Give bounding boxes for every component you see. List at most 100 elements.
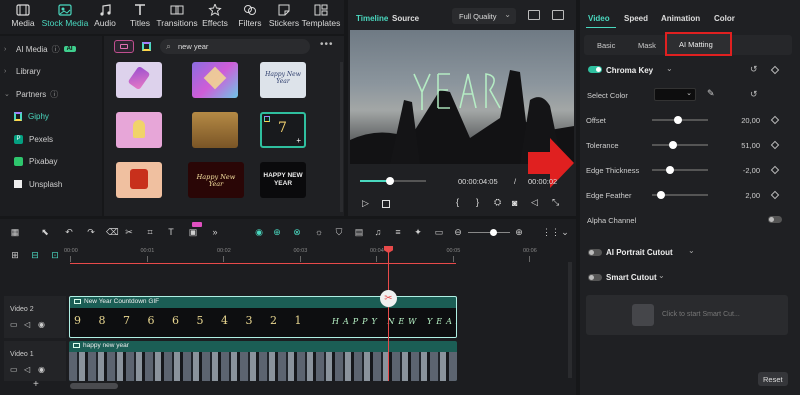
thumbnail-happy-new-year-3[interactable]: HAPPY NEW YEAR: [260, 162, 306, 198]
keyframe-diamond-icon[interactable]: [770, 115, 780, 125]
timeline-ruler[interactable]: 00:00 00:01 00:02 00:03 00:04 00:05 00:06: [64, 246, 568, 264]
link-icon[interactable]: ⊗: [292, 227, 302, 237]
thumbnail-red-badge[interactable]: [116, 162, 162, 198]
thumbnail-diamond-pattern[interactable]: [192, 62, 238, 98]
thumbnail-happy-new-year-1[interactable]: Happy New Year: [260, 62, 306, 98]
tab-speed[interactable]: Speed: [624, 14, 648, 23]
add-track-button[interactable]: +: [33, 379, 39, 390]
eyedropper-icon[interactable]: ✎: [707, 88, 715, 99]
link-track-icon[interactable]: ⊟: [30, 250, 40, 260]
volume-icon[interactable]: ◁: [531, 197, 538, 208]
tolerance-slider[interactable]: [652, 141, 708, 149]
play-icon[interactable]: ▷: [362, 198, 369, 209]
add-to-timeline-icon[interactable]: +: [296, 136, 301, 145]
smart-cutout-toggle[interactable]: [588, 274, 602, 281]
keyframe-diamond-icon[interactable]: [770, 65, 780, 75]
scissors-icon[interactable]: ✂: [380, 290, 397, 307]
render-icon[interactable]: ⛭: [494, 197, 501, 208]
split-icon[interactable]: ⌫: [106, 227, 119, 237]
chevron-down-icon[interactable]: ⌄: [688, 246, 695, 255]
volume-icon[interactable]: ◁: [24, 365, 30, 374]
folder-icon[interactable]: ▭: [10, 365, 18, 374]
color-swatch-select[interactable]: ⌄: [654, 88, 696, 101]
volume-icon[interactable]: ◁: [24, 320, 30, 329]
layout-grid-icon[interactable]: ⋮⋮: [542, 227, 560, 237]
sidebar-item-unsplash[interactable]: Unsplash: [14, 175, 110, 193]
keyframe-diamond-icon[interactable]: [770, 190, 780, 200]
tab-source[interactable]: Source: [392, 14, 419, 23]
mark-in-icon[interactable]: {: [456, 197, 459, 207]
microphone-icon[interactable]: ♫: [373, 227, 383, 237]
folder-icon[interactable]: ▭: [10, 320, 18, 329]
playhead[interactable]: ✂: [380, 246, 397, 381]
edge-feather-slider[interactable]: [652, 191, 708, 199]
chevron-down-icon[interactable]: ⌄: [658, 271, 665, 280]
mixer-icon[interactable]: ≡: [393, 227, 403, 237]
camera-icon[interactable]: ◙: [512, 198, 517, 208]
toolbar-templates[interactable]: Templates: [298, 2, 344, 32]
marker-icon[interactable]: ☼: [314, 227, 324, 237]
ai-portrait-toggle[interactable]: [588, 249, 602, 256]
sidebar-item-pexels[interactable]: P Pexels: [14, 130, 110, 148]
eye-icon[interactable]: ◉: [38, 365, 45, 374]
redo-icon[interactable]: ↷: [86, 227, 96, 237]
timeline-horizontal-scrollbar[interactable]: [70, 383, 118, 389]
alpha-channel-toggle[interactable]: [768, 216, 782, 223]
zoom-in-icon[interactable]: ⊕: [514, 227, 524, 237]
thumbnail-happy-new-year-2[interactable]: Happy New Year: [188, 162, 244, 198]
chevron-down-icon[interactable]: ⌄: [560, 227, 570, 237]
zoom-slider[interactable]: [468, 229, 510, 236]
snap-icon[interactable]: ⊕: [272, 227, 282, 237]
voiceover-icon[interactable]: ▤: [354, 227, 364, 237]
keyframe-diamond-icon[interactable]: [770, 140, 780, 150]
effects-icon[interactable]: ✦: [413, 227, 423, 237]
progress-knob[interactable]: [385, 177, 394, 185]
undo-icon[interactable]: ↶: [64, 227, 74, 237]
reset-button[interactable]: Reset: [758, 372, 788, 386]
cut-icon[interactable]: ✂: [124, 227, 134, 237]
search-input[interactable]: new year: [178, 42, 208, 51]
subtab-mask[interactable]: Mask: [638, 41, 656, 50]
reset-icon[interactable]: ↺: [750, 64, 758, 75]
mark-out-icon[interactable]: }: [476, 197, 479, 207]
sidebar-partners[interactable]: ⌄ Partners ⓘ: [4, 85, 100, 103]
tab-animation[interactable]: Animation: [661, 14, 700, 23]
tab-color[interactable]: Color: [714, 14, 735, 23]
giphy-filter-button[interactable]: [114, 40, 134, 53]
thumbnail-countdown-7[interactable]: 7 +: [260, 112, 306, 148]
subtab-basic[interactable]: Basic: [597, 41, 615, 50]
snapshot-grid-icon[interactable]: [528, 10, 540, 20]
track-settings-icon[interactable]: ⊡: [50, 250, 60, 260]
media-scrollbar[interactable]: [340, 62, 343, 212]
quality-select[interactable]: Full Quality ⌄: [452, 8, 516, 24]
ai-copilot-icon[interactable]: ◉: [254, 227, 264, 237]
thumbnail-party-scene[interactable]: [192, 112, 238, 148]
tab-timeline[interactable]: Timeline: [356, 14, 388, 23]
sidebar-item-pixabay[interactable]: Pixabay: [14, 152, 110, 170]
shield-icon[interactable]: ⛉: [334, 227, 344, 237]
search-box[interactable]: ⌕ new year: [160, 39, 310, 54]
subtab-ai-matting[interactable]: AI Matting: [665, 32, 732, 56]
fullscreen-icon[interactable]: ⤡: [552, 197, 559, 208]
edge-thickness-slider[interactable]: [652, 166, 708, 174]
reset-icon[interactable]: ↺: [750, 89, 758, 100]
chevron-down-icon[interactable]: ⌄: [666, 64, 673, 73]
offset-slider[interactable]: [652, 116, 708, 124]
screen-icon[interactable]: ▭: [434, 227, 444, 237]
keyframe-diamond-icon[interactable]: [770, 165, 780, 175]
select-tool-icon[interactable]: ⬉: [40, 227, 50, 237]
thumbnail-champagne[interactable]: [116, 62, 162, 98]
tab-video[interactable]: Video: [588, 14, 610, 23]
smart-cutout-area[interactable]: Click to start Smart Cut...: [586, 295, 788, 335]
chroma-key-toggle[interactable]: [588, 66, 602, 73]
add-track-icon[interactable]: ⊞: [10, 250, 20, 260]
clip-happy-new-year[interactable]: happy new year: [69, 341, 457, 381]
sidebar-library[interactable]: › Library: [4, 62, 100, 80]
sidebar-item-giphy[interactable]: Giphy: [14, 107, 110, 125]
clip-new-year-countdown[interactable]: New Year Countdown GIF 9 8 7 6 6 5 4 3 2 1 HAPPY N…: [69, 296, 457, 338]
grid-icon[interactable]: ▦: [10, 227, 20, 237]
playback-progress[interactable]: [360, 177, 426, 185]
stop-icon[interactable]: [382, 200, 390, 208]
more-tools-icon[interactable]: »: [210, 227, 220, 237]
zoom-out-icon[interactable]: ⊖: [453, 227, 463, 237]
